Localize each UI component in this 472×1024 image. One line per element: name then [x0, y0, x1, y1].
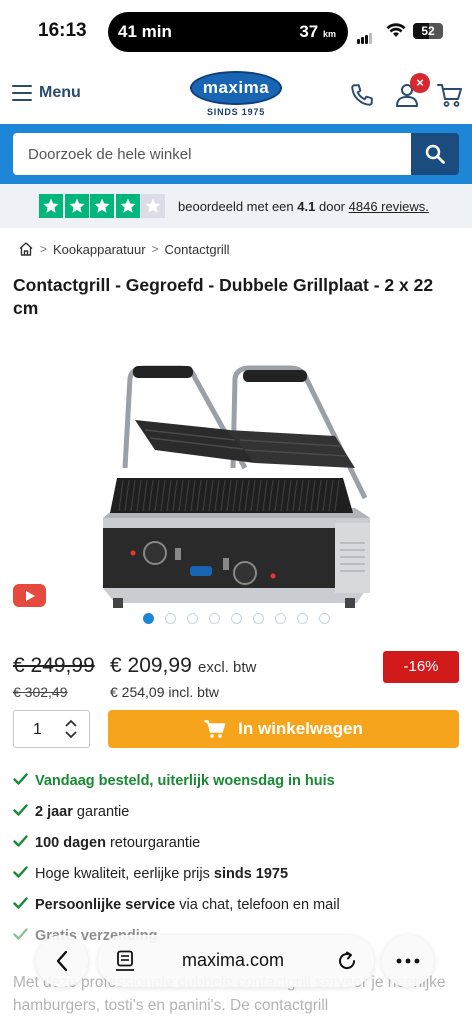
breadcrumb-item-kookapparatuur[interactable]: Kookapparatuur	[53, 242, 146, 257]
dynamic-island: 41 min 37 km	[108, 12, 348, 52]
usp-item: Persoonlijke service via chat, telefoon …	[13, 889, 463, 920]
add-to-cart-button[interactable]: In winkelwagen	[108, 710, 459, 748]
stepper-arrows-icon[interactable]	[64, 718, 78, 740]
carousel-dot[interactable]	[209, 613, 220, 624]
more-options-button[interactable]	[382, 935, 434, 987]
price-incl-vat: € 254,09 incl. btw	[110, 684, 219, 700]
image-carousel-dots	[143, 613, 341, 624]
search-input[interactable]	[13, 133, 411, 175]
checkmark-icon	[13, 834, 29, 851]
old-price: € 249,99	[13, 654, 95, 677]
checkmark-icon	[13, 865, 29, 882]
logo-wordmark: maxima	[190, 71, 282, 105]
add-to-cart-label: In winkelwagen	[238, 719, 363, 738]
reviews-link[interactable]: 4846 reviews.	[349, 199, 429, 214]
star-icon	[90, 194, 114, 218]
search-button[interactable]	[411, 133, 459, 175]
clock: 16:13	[38, 20, 87, 41]
rating-score: 4.1	[297, 199, 316, 214]
activity-duration: 41 min	[118, 22, 172, 41]
menu-label: Menu	[39, 84, 81, 101]
menu-button[interactable]: Menu	[12, 84, 81, 102]
phone-icon[interactable]	[349, 82, 375, 108]
tabs-overview-icon[interactable]	[115, 950, 135, 972]
usp-list: Vandaag besteld, uiterlijk woensdag in h…	[13, 765, 463, 951]
carousel-dot[interactable]	[165, 613, 176, 624]
star-icon	[39, 194, 63, 218]
notification-badge[interactable]: ×	[410, 73, 430, 93]
battery-icon: 52	[413, 23, 443, 39]
product-title: Contactgrill - Gegroefd - Dubbele Grillp…	[13, 275, 434, 318]
reload-icon[interactable]	[336, 950, 358, 972]
maxima-logo[interactable]: maxima SINDS 1975	[190, 71, 282, 119]
checkmark-icon	[13, 772, 29, 789]
trustpilot-rating-bar: beoordeeld met een 4.1 door 4846 reviews…	[0, 184, 472, 228]
carousel-dot[interactable]	[275, 613, 286, 624]
video-button[interactable]	[13, 584, 46, 607]
breadcrumb: > Kookapparatuur > Contactgrill	[18, 241, 230, 257]
current-price: € 209,99	[110, 654, 192, 677]
carousel-dot[interactable]	[187, 613, 198, 624]
logo-tagline: SINDS 1975	[206, 107, 266, 117]
carousel-dot[interactable]	[231, 613, 242, 624]
usp-item: Hoge kwaliteit, eerlijke prijs sinds 197…	[13, 858, 463, 889]
old-price-incl-vat: € 302,49	[13, 684, 68, 700]
address-bar[interactable]: maxima.com	[98, 935, 374, 987]
checkmark-icon	[13, 896, 29, 913]
status-bar: 16:13 41 min 37 km 52	[0, 0, 472, 62]
signal-icon	[357, 26, 373, 44]
usp-item: 100 dagen retourgarantie	[13, 827, 463, 858]
usp-item: Vandaag besteld, uiterlijk woensdag in h…	[13, 765, 463, 796]
chevron-right-icon: >	[40, 242, 48, 256]
play-icon	[25, 590, 35, 601]
quantity-value[interactable]: 1	[33, 721, 42, 739]
star-icon	[64, 194, 89, 218]
quantity-stepper[interactable]: 1	[13, 710, 90, 748]
discount-badge: -16%	[383, 651, 459, 683]
usp-item: 2 jaar garantie	[13, 796, 463, 827]
rating-text: beoordeeld met een 4.1 door 4846 reviews…	[178, 199, 429, 214]
back-button[interactable]	[36, 935, 88, 987]
checkmark-icon	[13, 803, 29, 820]
cart-icon[interactable]	[437, 82, 463, 108]
price-vat-suffix: excl. btw	[198, 659, 257, 676]
url-text[interactable]: maxima.com	[182, 950, 284, 971]
star-icon	[115, 194, 140, 218]
product-image[interactable]	[95, 358, 380, 618]
home-icon[interactable]	[18, 241, 34, 257]
chevron-right-icon: >	[151, 242, 159, 256]
breadcrumb-item-contactgrill[interactable]: Contactgrill	[165, 242, 230, 257]
carousel-dot[interactable]	[143, 613, 154, 624]
star-icon	[141, 194, 165, 218]
hamburger-icon	[12, 85, 32, 101]
carousel-dot[interactable]	[319, 613, 330, 624]
chevron-left-icon	[56, 950, 68, 972]
activity-distance: 37 km	[299, 22, 336, 41]
browser-toolbar: maxima.com	[0, 925, 472, 995]
rating-stars[interactable]	[39, 194, 167, 218]
carousel-dot[interactable]	[297, 613, 308, 624]
search-icon	[425, 144, 445, 164]
site-header: Menu maxima SINDS 1975	[0, 62, 472, 124]
search-bar	[0, 124, 472, 184]
carousel-dot[interactable]	[253, 613, 264, 624]
ellipsis-icon	[396, 958, 420, 964]
cart-icon	[204, 720, 226, 738]
wifi-icon	[386, 23, 406, 37]
